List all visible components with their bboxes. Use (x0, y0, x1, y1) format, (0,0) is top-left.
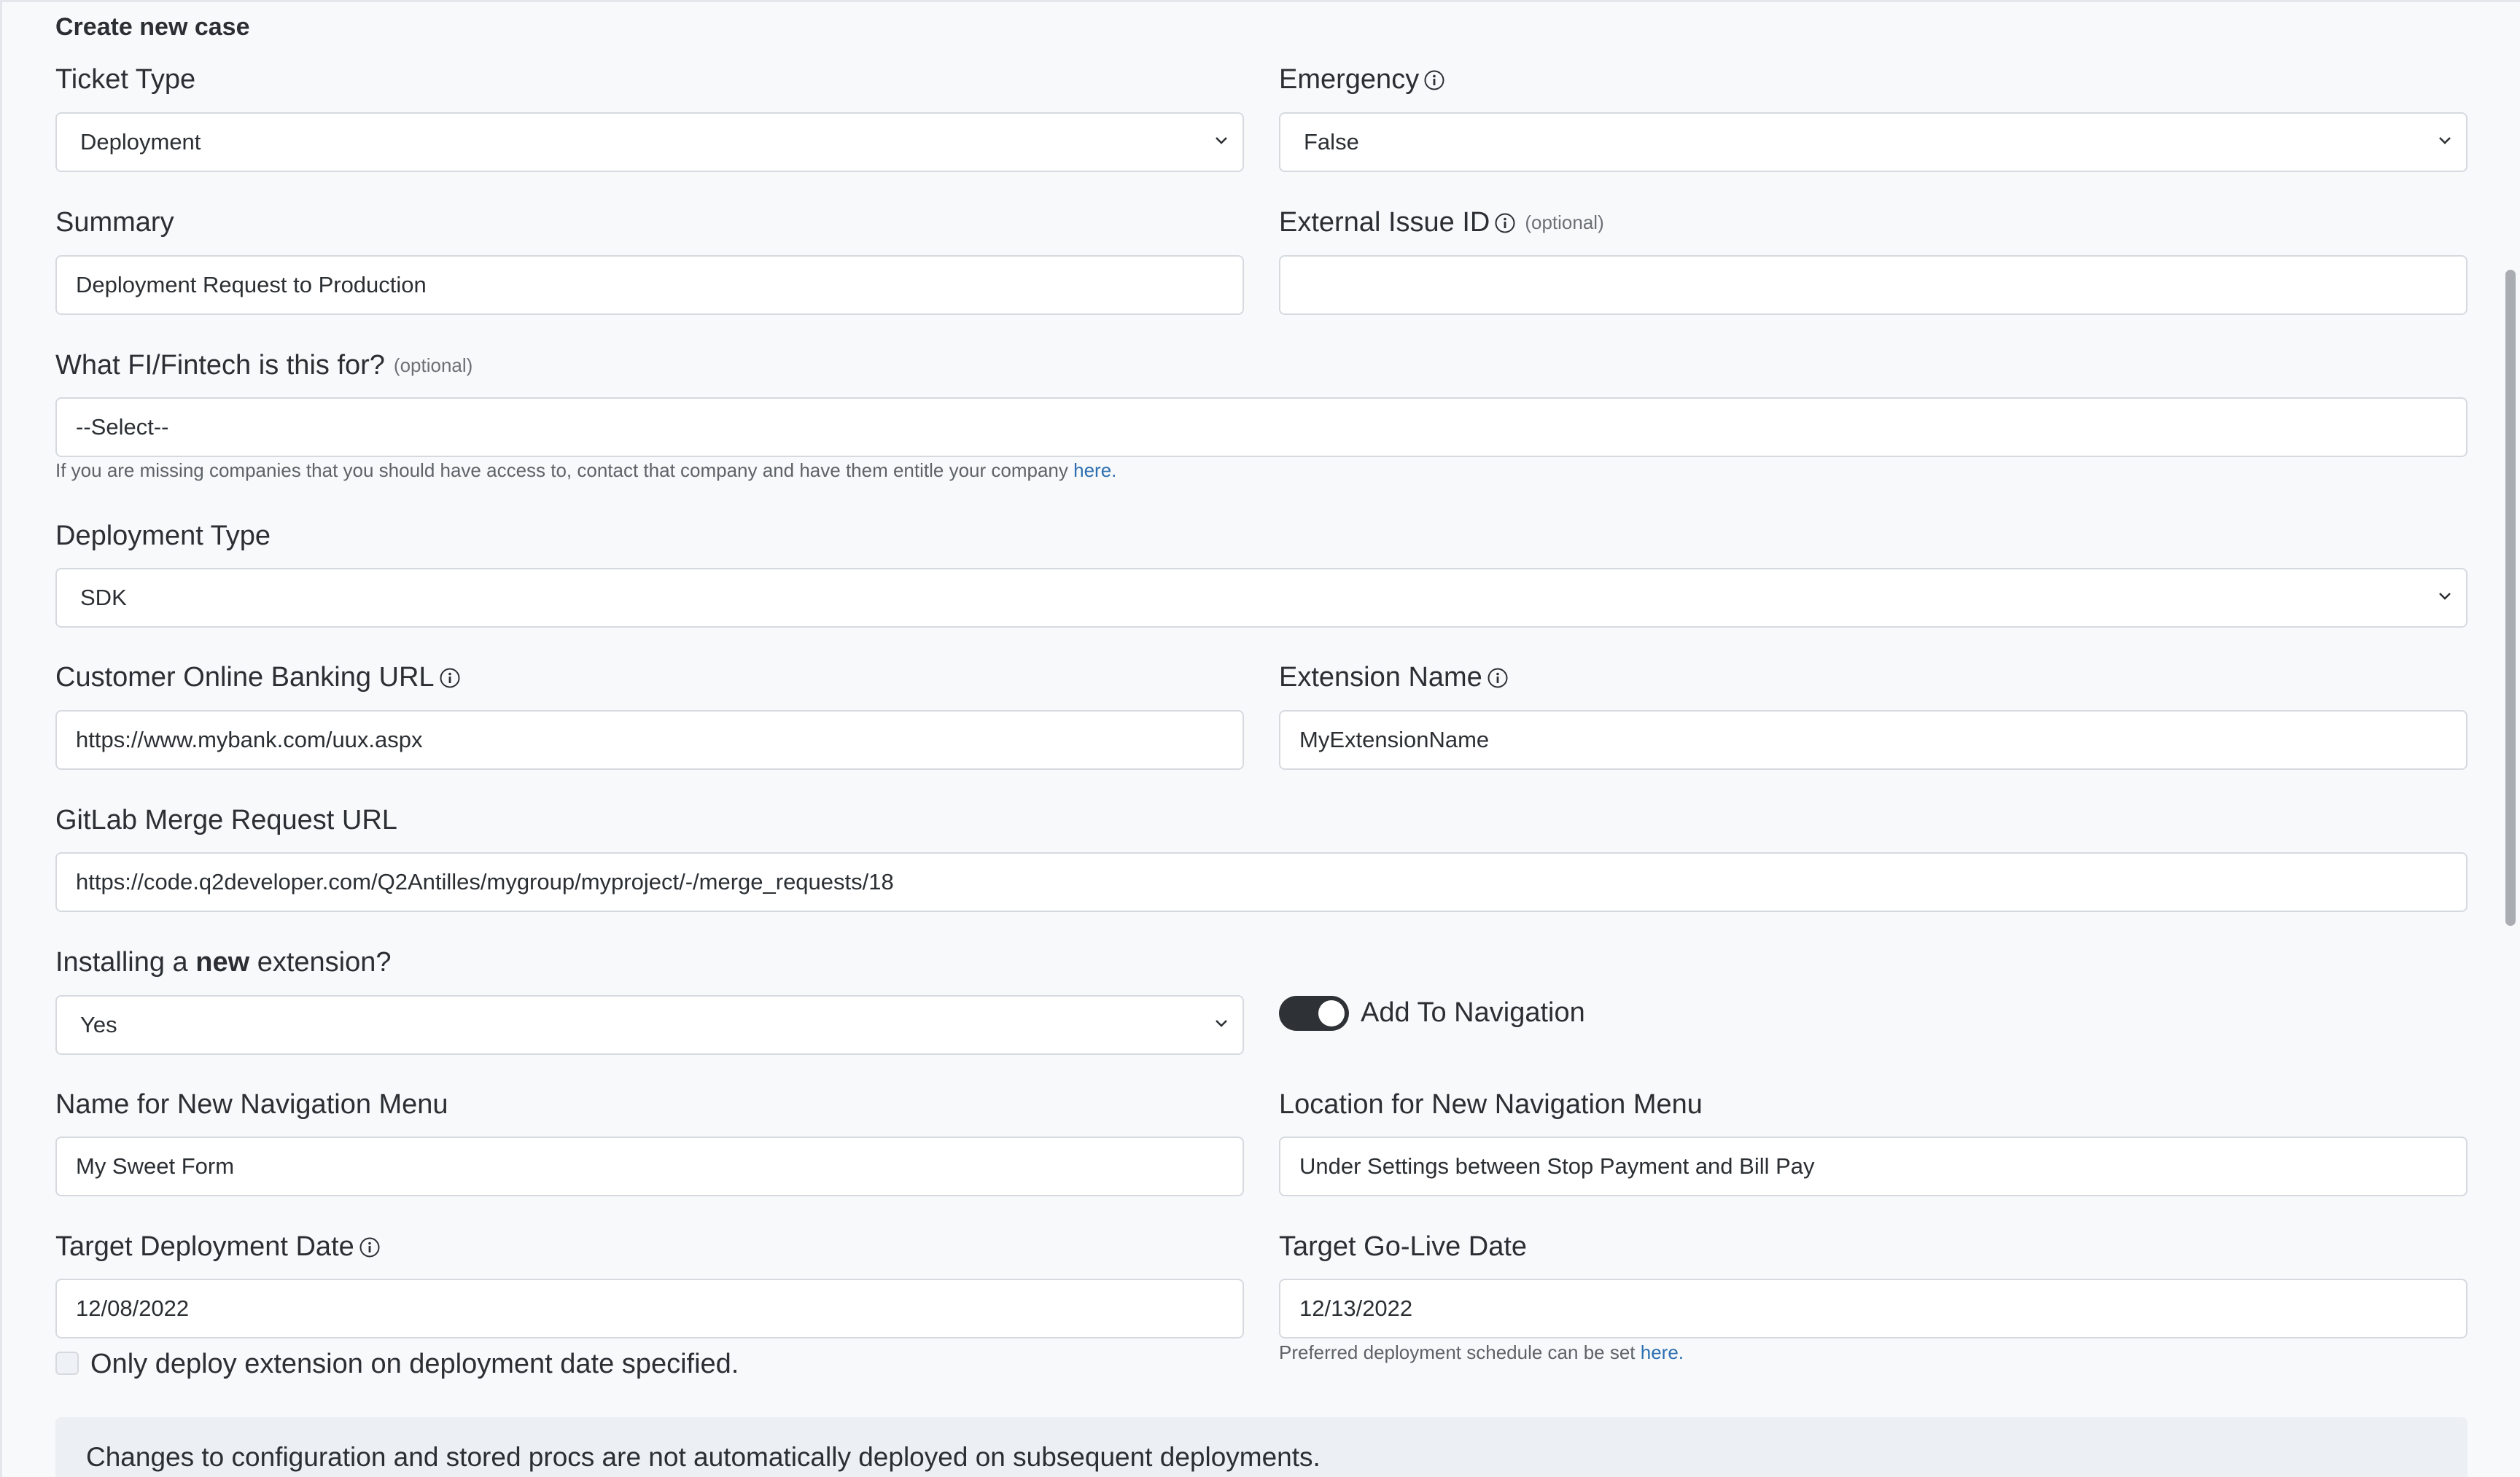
chevron-down-icon (1216, 1020, 1227, 1027)
add-navigation-label: Add To Navigation (1361, 997, 1585, 1029)
new-extension-select[interactable]: Yes (55, 995, 1244, 1055)
new-extension-label-post: extension? (257, 947, 392, 978)
emergency-select[interactable]: False (1279, 112, 2468, 172)
chevron-down-icon (2439, 593, 2451, 600)
gitlab-url-input[interactable]: https://code.q2developer.com/Q2Antilles/… (55, 852, 2468, 912)
fi-fintech-help: If you are missing companies that you sh… (55, 459, 1116, 482)
new-extension-label-pre: Installing a (55, 947, 188, 978)
gitlab-label: GitLab Merge Request URL (55, 805, 397, 836)
nav-name-value: My Sweet Form (76, 1153, 235, 1179)
external-issue-label: External Issue ID (optional) (1279, 207, 1604, 238)
info-circle-icon[interactable] (1423, 69, 1445, 91)
optional-tag: (optional) (1525, 211, 1604, 233)
only-deploy-label-text: Only deploy extension on deployment date… (90, 1349, 739, 1379)
fi-fintech-value: --Select-- (76, 414, 169, 440)
nav-location-value: Under Settings between Stop Payment and … (1299, 1153, 1815, 1179)
target-deploy-label-text: Target Deployment Date (55, 1231, 354, 1262)
summary-value: Deployment Request to Production (76, 272, 427, 297)
gitlab-label-text: GitLab Merge Request URL (55, 805, 397, 835)
fi-fintech-label-text: What FI/Fintech is this for? (55, 350, 385, 381)
nav-location-label: Location for New Navigation Menu (1279, 1089, 1703, 1121)
emergency-value: False (1304, 129, 1359, 155)
target-golive-date-input[interactable]: 12/13/2022 (1279, 1279, 2468, 1338)
new-extension-label-bold: new (195, 947, 250, 978)
fi-fintech-help-text: If you are missing companies that you sh… (55, 459, 1068, 481)
summary-label: Summary (55, 207, 174, 238)
add-navigation-toggle[interactable] (1279, 996, 1349, 1031)
external-issue-label-text: External Issue ID (1279, 207, 1490, 238)
nav-name-label: Name for New Navigation Menu (55, 1089, 448, 1121)
new-extension-label: Installing a new extension? (55, 947, 392, 978)
extension-name-input[interactable]: MyExtensionName (1279, 710, 2468, 770)
nav-name-label-text: Name for New Navigation Menu (55, 1089, 448, 1120)
info-circle-icon[interactable] (439, 667, 461, 689)
ticket-type-label: Ticket Type (55, 64, 195, 96)
ticket-type-value: Deployment (80, 129, 201, 155)
banking-url-value: https://www.mybank.com/uux.aspx (76, 727, 423, 752)
scrollbar-thumb[interactable] (2505, 270, 2516, 926)
target-deploy-value: 12/08/2022 (76, 1295, 190, 1321)
emergency-label-text: Emergency (1279, 64, 1420, 95)
banking-url-input[interactable]: https://www.mybank.com/uux.aspx (55, 710, 1244, 770)
target-golive-value: 12/13/2022 (1299, 1295, 1413, 1321)
extension-name-label-text: Extension Name (1279, 662, 1482, 693)
entitlement-help-link[interactable]: here. (1073, 459, 1116, 481)
only-deploy-checkbox[interactable] (55, 1352, 79, 1375)
external-issue-input[interactable] (1279, 255, 2468, 315)
extension-name-label: Extension Name (1279, 662, 1509, 693)
ticket-type-select[interactable]: Deployment (55, 112, 1244, 172)
notice-text: Changes to configuration and stored proc… (86, 1442, 1321, 1472)
deployment-schedule-link[interactable]: here. (1641, 1341, 1684, 1363)
golive-help-text: Preferred deployment schedule can be set (1279, 1341, 1636, 1363)
deployment-type-label: Deployment Type (55, 521, 271, 552)
nav-name-input[interactable]: My Sweet Form (55, 1137, 1244, 1196)
banking-url-label: Customer Online Banking URL (55, 662, 461, 693)
deployment-type-value: SDK (80, 585, 127, 610)
target-deploy-label: Target Deployment Date (55, 1231, 381, 1263)
toggle-knob (1318, 1000, 1345, 1026)
nav-location-label-text: Location for New Navigation Menu (1279, 1089, 1703, 1120)
summary-label-text: Summary (55, 207, 174, 238)
only-deploy-label: Only deploy extension on deployment date… (90, 1349, 739, 1380)
emergency-label: Emergency (1279, 64, 1445, 96)
info-circle-icon[interactable] (359, 1236, 381, 1258)
info-circle-icon[interactable] (1494, 212, 1516, 234)
nav-location-input[interactable]: Under Settings between Stop Payment and … (1279, 1137, 2468, 1196)
chevron-down-icon (2439, 137, 2451, 144)
summary-input[interactable]: Deployment Request to Production (55, 255, 1244, 315)
fi-fintech-select[interactable]: --Select-- (55, 397, 2468, 457)
optional-tag: (optional) (393, 354, 473, 376)
golive-help: Preferred deployment schedule can be set… (1279, 1341, 1684, 1364)
deployment-type-select[interactable]: SDK (55, 568, 2468, 628)
deployment-type-label-text: Deployment Type (55, 521, 271, 551)
chevron-down-icon (1216, 137, 1227, 144)
new-extension-value: Yes (80, 1012, 117, 1037)
fi-fintech-label: What FI/Fintech is this for? (optional) (55, 350, 472, 381)
info-circle-icon[interactable] (1487, 667, 1509, 689)
target-golive-label-text: Target Go-Live Date (1279, 1231, 1528, 1262)
gitlab-url-value: https://code.q2developer.com/Q2Antilles/… (76, 869, 894, 895)
page-title: Create new case (55, 13, 250, 41)
extension-name-value: MyExtensionName (1299, 727, 1490, 752)
target-golive-label: Target Go-Live Date (1279, 1231, 1527, 1263)
target-deploy-date-input[interactable]: 12/08/2022 (55, 1279, 1244, 1338)
add-navigation-label-text: Add To Navigation (1361, 997, 1585, 1028)
ticket-type-label-text: Ticket Type (55, 64, 196, 95)
banking-url-label-text: Customer Online Banking URL (55, 662, 435, 693)
